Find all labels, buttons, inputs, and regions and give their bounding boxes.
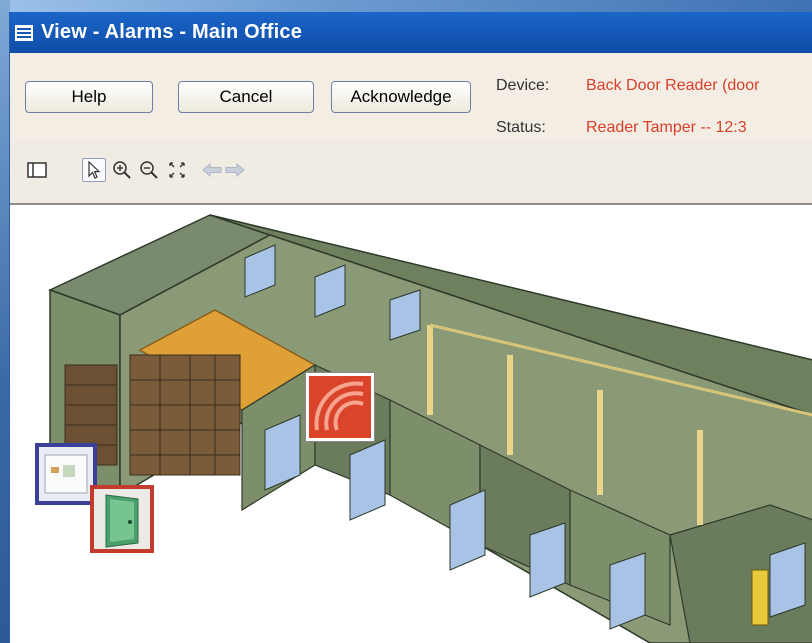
building-3d-model: [48, 214, 812, 643]
card-reader-icon[interactable]: [35, 443, 97, 505]
panel-toggle-icon[interactable]: [25, 158, 49, 182]
action-toolbar: Help Cancel Acknowledge Device: Back Doo…: [10, 53, 812, 140]
background-band: [0, 0, 812, 12]
zoom-in-icon[interactable]: [110, 158, 134, 182]
back-arrow-icon[interactable]: [200, 158, 224, 182]
help-button[interactable]: Help: [25, 81, 153, 113]
floor-plan-view[interactable]: [10, 205, 812, 643]
status-label: Status:: [496, 119, 546, 136]
device-label: Device:: [496, 77, 550, 94]
acknowledge-button[interactable]: Acknowledge: [331, 81, 471, 113]
device-value: Back Door Reader (door: [586, 77, 760, 94]
map-toolbar: [10, 139, 812, 205]
tamper-alarm-icon[interactable]: [306, 373, 374, 441]
forward-arrow-icon[interactable]: [223, 158, 247, 182]
alarm-view-window: View - Alarms - Main Office Help Cancel …: [9, 12, 812, 643]
window-title: View - Alarms - Main Office: [41, 21, 303, 43]
list-icon: [15, 24, 33, 41]
pointer-icon[interactable]: [82, 158, 106, 182]
title-bar[interactable]: View - Alarms - Main Office: [10, 12, 812, 53]
zoom-out-icon[interactable]: [137, 158, 161, 182]
door-icon[interactable]: [90, 485, 154, 553]
cancel-button[interactable]: Cancel: [178, 81, 314, 113]
status-value: Reader Tamper -- 12:3: [586, 119, 747, 136]
fit-to-window-icon[interactable]: [165, 158, 189, 182]
